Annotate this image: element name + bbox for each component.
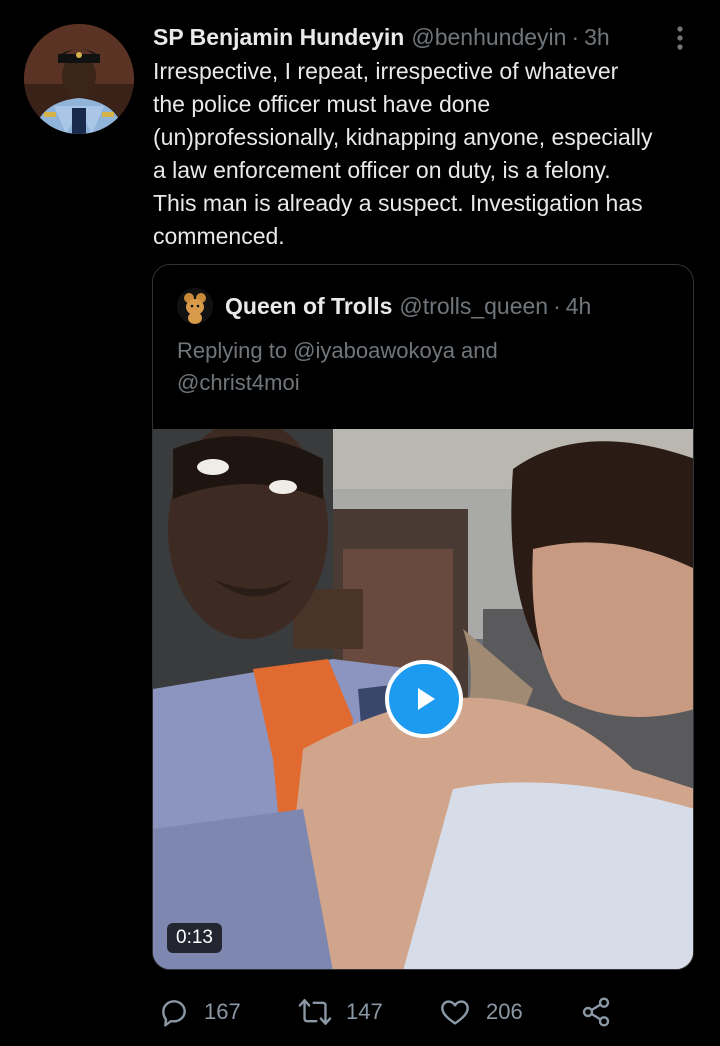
tweet-text-line: Irrespective, I repeat, irrespective of … bbox=[153, 58, 619, 84]
tweet-timestamp[interactable]: 3h bbox=[584, 24, 610, 51]
tweet-text-line: a law enforcement officer on duty, is a … bbox=[153, 157, 611, 183]
tweet-text: Irrespective, I repeat, irrespective of … bbox=[153, 55, 713, 253]
separator-dot: · bbox=[571, 23, 580, 50]
tweet-text-line: This man is already a suspect. Investiga… bbox=[153, 190, 643, 216]
tweet: SP Benjamin Hundeyin @benhundeyin · 3h I… bbox=[0, 0, 720, 1046]
tweet-header: SP Benjamin Hundeyin @benhundeyin · 3h bbox=[153, 22, 610, 52]
quoted-tweet[interactable]: Queen of Trolls @trolls_queen · 4h Reply… bbox=[152, 264, 694, 970]
author-handle[interactable]: @benhundeyin bbox=[411, 24, 566, 51]
quoted-author-avatar[interactable] bbox=[177, 288, 213, 324]
share-icon bbox=[582, 997, 610, 1027]
more-vertical-icon bbox=[677, 26, 683, 50]
reply-count: 167 bbox=[204, 999, 241, 1024]
play-button[interactable] bbox=[385, 660, 463, 738]
tweet-text-line: (un)professionally, kidnapping anyone, e… bbox=[153, 124, 653, 150]
reply-icon bbox=[162, 1000, 186, 1027]
like-count: 206 bbox=[486, 999, 523, 1024]
replying-to-line: Replying to @iyaboawokoya and bbox=[177, 338, 498, 363]
tweet-text-line: the police officer must have done bbox=[153, 91, 491, 117]
quoted-tweet-header: Queen of Trolls @trolls_queen · 4h bbox=[177, 288, 592, 324]
separator-dot: · bbox=[553, 292, 561, 319]
share-button[interactable] bbox=[580, 992, 626, 1032]
replying-to-line: @christ4moi bbox=[177, 370, 300, 395]
quoted-author-name[interactable]: Queen of Trolls bbox=[225, 293, 392, 320]
retweet-count: 147 bbox=[346, 999, 383, 1024]
like-button[interactable]: 206 bbox=[438, 992, 523, 1032]
quoted-timestamp[interactable]: 4h bbox=[566, 293, 592, 320]
video-duration-badge: 0:13 bbox=[167, 923, 222, 953]
reply-button[interactable]: 167 bbox=[158, 992, 241, 1032]
like-icon bbox=[441, 1000, 469, 1025]
author-name[interactable]: SP Benjamin Hundeyin bbox=[153, 24, 404, 51]
quoted-author-handle[interactable]: @trolls_queen bbox=[399, 293, 548, 320]
more-options-button[interactable] bbox=[670, 24, 690, 52]
replying-to: Replying to @iyaboawokoya and @christ4mo… bbox=[177, 335, 498, 399]
tweet-actions: 167 147 206 bbox=[152, 992, 622, 1032]
retweet-icon bbox=[298, 999, 332, 1025]
video-player[interactable]: 0:13 bbox=[153, 429, 693, 969]
profile-avatar[interactable] bbox=[24, 24, 134, 134]
play-icon bbox=[418, 688, 435, 710]
retweet-button[interactable]: 147 bbox=[298, 992, 383, 1032]
tweet-text-line: commenced. bbox=[153, 223, 285, 249]
